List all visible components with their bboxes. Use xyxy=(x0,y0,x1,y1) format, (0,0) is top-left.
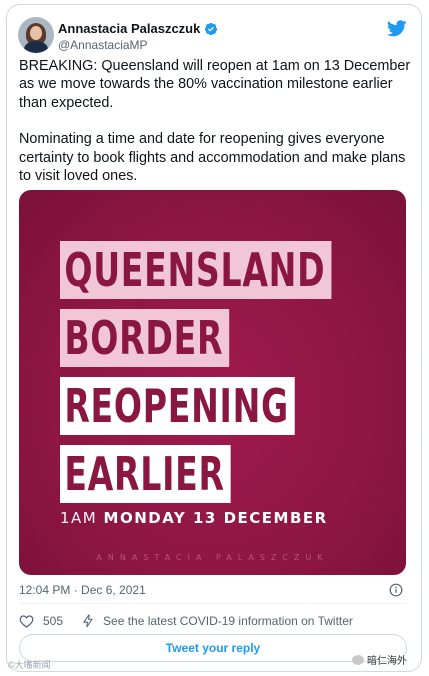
covid-info-link[interactable]: See the latest COVID-19 information on T… xyxy=(103,614,353,628)
tweet-text: BREAKING: Queensland will reopen at 1am … xyxy=(19,57,411,203)
date-main: MONDAY 13 DECEMBER xyxy=(103,509,328,527)
tweet-paragraph-2: Nominating a time and date for reopening… xyxy=(19,131,406,185)
watermark-right-text: 暗仁海外 xyxy=(367,656,407,667)
twitter-bird-icon[interactable] xyxy=(387,20,407,37)
tweet-actions: 505 See the latest COVID-19 information … xyxy=(19,612,353,630)
watermark-right: 暗仁海外 xyxy=(352,652,407,667)
display-name[interactable]: Annastacia Palaszczuk xyxy=(58,21,200,36)
watermark-left: ©大嘴新闻 xyxy=(8,660,51,670)
headline-line-1: QUEENSLAND xyxy=(60,241,332,299)
tweet-paragraph-1: BREAKING: Queensland will reopen at 1am … xyxy=(19,58,411,111)
avatar[interactable] xyxy=(18,17,54,53)
wechat-icon xyxy=(352,654,364,665)
verified-badge-icon xyxy=(205,22,218,35)
reopening-date: 1AM MONDAY 13 DECEMBER xyxy=(60,509,328,527)
heart-icon[interactable] xyxy=(19,614,34,628)
headline-line-2: BORDER xyxy=(60,309,229,367)
media-signature: ANNASTACIA PALASZCZUK xyxy=(96,553,329,562)
info-icon[interactable] xyxy=(389,583,403,597)
date-prefix: 1AM xyxy=(60,509,98,527)
author-name-row[interactable]: Annastacia Palaszczuk xyxy=(58,21,218,36)
headline-line-4: EARLIER xyxy=(60,445,231,503)
divider xyxy=(19,603,407,604)
like-count[interactable]: 505 xyxy=(43,614,63,628)
tweet-reply-button[interactable]: Tweet your reply xyxy=(19,634,407,662)
tweet-timestamp[interactable]: 12:04 PM · Dec 6, 2021 xyxy=(19,583,146,597)
user-handle[interactable]: @AnnastaciaMP xyxy=(58,38,148,52)
lightning-bolt-icon xyxy=(83,614,93,628)
headline-line-3: REOPENING xyxy=(60,377,295,435)
tweet-media-image[interactable]: QUEENSLAND BORDER REOPENING EARLIER 1AM … xyxy=(19,190,406,575)
